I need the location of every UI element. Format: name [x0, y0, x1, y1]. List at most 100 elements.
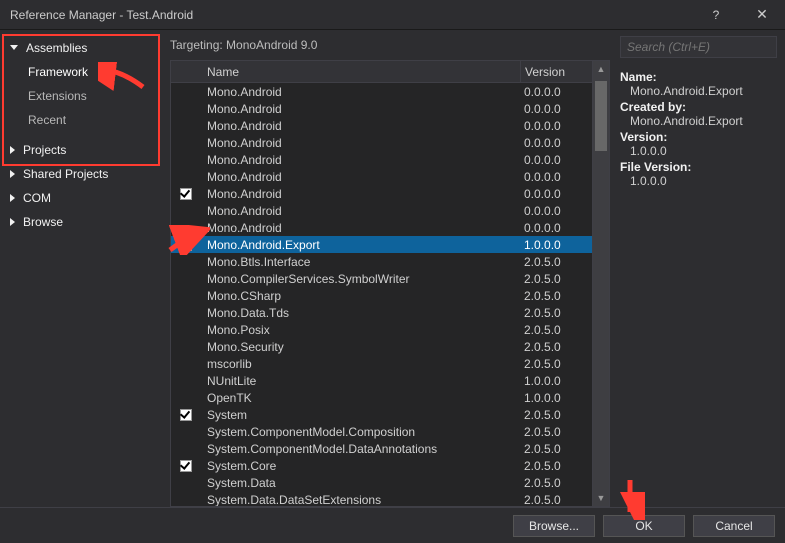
checkbox-icon[interactable]: [180, 188, 192, 200]
search-box[interactable]: 🔍 ▾: [620, 36, 777, 58]
row-name: System.ComponentModel.DataAnnotations: [201, 442, 520, 456]
chevron-right-icon: [10, 194, 15, 202]
table-row[interactable]: mscorlib2.0.5.0: [171, 355, 592, 372]
table-row[interactable]: OpenTK1.0.0.0: [171, 389, 592, 406]
table-row[interactable]: Mono.Android0.0.0.0: [171, 134, 592, 151]
table-row[interactable]: System.ComponentModel.DataAnnotations2.0…: [171, 440, 592, 457]
row-checkbox-cell[interactable]: [171, 188, 201, 200]
row-name: Mono.Android: [201, 85, 520, 99]
table-row[interactable]: Mono.Android0.0.0.0: [171, 185, 592, 202]
row-version: 0.0.0.0: [520, 221, 592, 235]
table-row[interactable]: Mono.CompilerServices.SymbolWriter2.0.5.…: [171, 270, 592, 287]
table-row[interactable]: Mono.Posix2.0.5.0: [171, 321, 592, 338]
scroll-up-arrow-icon[interactable]: ▲: [593, 61, 609, 77]
sidebar-label: COM: [23, 191, 51, 205]
table-row[interactable]: System2.0.5.0: [171, 406, 592, 423]
help-button[interactable]: ?: [693, 0, 739, 30]
table-row[interactable]: System.Core2.0.5.0: [171, 457, 592, 474]
table-row[interactable]: Mono.CSharp2.0.5.0: [171, 287, 592, 304]
row-version: 2.0.5.0: [520, 425, 592, 439]
row-checkbox-cell[interactable]: [171, 409, 201, 421]
row-version: 0.0.0.0: [520, 102, 592, 116]
row-name: Mono.Android: [201, 153, 520, 167]
sidebar-label: Shared Projects: [23, 167, 108, 181]
table-row[interactable]: Mono.Security2.0.5.0: [171, 338, 592, 355]
sidebar-group-projects[interactable]: Projects: [0, 138, 162, 162]
search-input[interactable]: [625, 39, 785, 55]
checkbox-icon[interactable]: [180, 409, 192, 421]
ok-button[interactable]: OK: [603, 515, 685, 537]
row-version: 1.0.0.0: [520, 391, 592, 405]
cancel-button[interactable]: Cancel: [693, 515, 775, 537]
table-row[interactable]: Mono.Android0.0.0.0: [171, 151, 592, 168]
row-version: 1.0.0.0: [520, 374, 592, 388]
row-name: OpenTK: [201, 391, 520, 405]
sidebar-item-framework[interactable]: Framework: [0, 60, 162, 84]
close-button[interactable]: ✕: [739, 0, 785, 30]
detail-fileversion-label: File Version:: [620, 160, 777, 174]
row-checkbox-cell[interactable]: [171, 460, 201, 472]
row-name: Mono.Data.Tds: [201, 306, 520, 320]
table-row[interactable]: Mono.Btls.Interface2.0.5.0: [171, 253, 592, 270]
sidebar-label: Extensions: [28, 89, 87, 103]
row-version: 0.0.0.0: [520, 153, 592, 167]
table-row[interactable]: Mono.Android.Export1.0.0.0: [171, 236, 592, 253]
sidebar-group-assemblies[interactable]: Assemblies: [0, 36, 162, 60]
table-row[interactable]: Mono.Android0.0.0.0: [171, 168, 592, 185]
sidebar-label: Browse: [23, 215, 63, 229]
table-row[interactable]: System.ComponentModel.Composition2.0.5.0: [171, 423, 592, 440]
detail-panel: 🔍 ▾ Name: Mono.Android.Export Created by…: [610, 30, 785, 507]
row-name: System.Data.DataSetExtensions: [201, 493, 520, 507]
row-name: Mono.Android: [201, 187, 520, 201]
row-name: Mono.Android: [201, 136, 520, 150]
sidebar-item-extensions[interactable]: Extensions: [0, 84, 162, 108]
row-name: Mono.CompilerServices.SymbolWriter: [201, 272, 520, 286]
row-name: System.Data: [201, 476, 520, 490]
detail-version-value: 1.0.0.0: [630, 144, 777, 158]
column-name[interactable]: Name: [201, 61, 520, 82]
row-version: 2.0.5.0: [520, 476, 592, 490]
vertical-scrollbar[interactable]: ▲ ▼: [593, 60, 610, 507]
assembly-grid[interactable]: Name Version Mono.Android0.0.0.0Mono.And…: [170, 60, 593, 507]
chevron-right-icon: [10, 170, 15, 178]
column-check[interactable]: [171, 61, 201, 82]
row-checkbox-cell[interactable]: [171, 239, 201, 251]
checkbox-icon[interactable]: [180, 460, 192, 472]
table-row[interactable]: Mono.Data.Tds2.0.5.0: [171, 304, 592, 321]
row-version: 2.0.5.0: [520, 459, 592, 473]
sidebar-group-browse[interactable]: Browse: [0, 210, 162, 234]
sidebar-label: Assemblies: [26, 41, 87, 55]
row-version: 0.0.0.0: [520, 85, 592, 99]
table-row[interactable]: System.Data.DataSetExtensions2.0.5.0: [171, 491, 592, 506]
chevron-right-icon: [10, 218, 15, 226]
sidebar-group-com[interactable]: COM: [0, 186, 162, 210]
grid-header: Name Version: [171, 61, 592, 83]
table-row[interactable]: Mono.Android0.0.0.0: [171, 100, 592, 117]
table-row[interactable]: Mono.Android0.0.0.0: [171, 219, 592, 236]
sidebar-item-recent[interactable]: Recent: [0, 108, 162, 132]
table-row[interactable]: Mono.Android0.0.0.0: [171, 83, 592, 100]
detail-name-value: Mono.Android.Export: [630, 84, 777, 98]
row-name: System.ComponentModel.Composition: [201, 425, 520, 439]
row-version: 2.0.5.0: [520, 442, 592, 456]
row-name: Mono.Android: [201, 204, 520, 218]
row-name: Mono.CSharp: [201, 289, 520, 303]
row-name: Mono.Posix: [201, 323, 520, 337]
table-row[interactable]: NUnitLite1.0.0.0: [171, 372, 592, 389]
row-version: 2.0.5.0: [520, 255, 592, 269]
column-version[interactable]: Version: [520, 61, 592, 82]
browse-button[interactable]: Browse...: [513, 515, 595, 537]
sidebar-group-shared-projects[interactable]: Shared Projects: [0, 162, 162, 186]
table-row[interactable]: System.Data2.0.5.0: [171, 474, 592, 491]
row-version: 2.0.5.0: [520, 306, 592, 320]
table-row[interactable]: Mono.Android0.0.0.0: [171, 202, 592, 219]
detail-info: Name: Mono.Android.Export Created by: Mo…: [620, 68, 777, 190]
checkbox-icon[interactable]: [180, 239, 192, 251]
table-row[interactable]: Mono.Android0.0.0.0: [171, 117, 592, 134]
row-version: 2.0.5.0: [520, 340, 592, 354]
scrollbar-thumb[interactable]: [595, 81, 607, 151]
detail-name-label: Name:: [620, 70, 777, 84]
footer: Browse... OK Cancel: [0, 507, 785, 543]
scroll-down-arrow-icon[interactable]: ▼: [593, 490, 609, 506]
row-version: 0.0.0.0: [520, 119, 592, 133]
